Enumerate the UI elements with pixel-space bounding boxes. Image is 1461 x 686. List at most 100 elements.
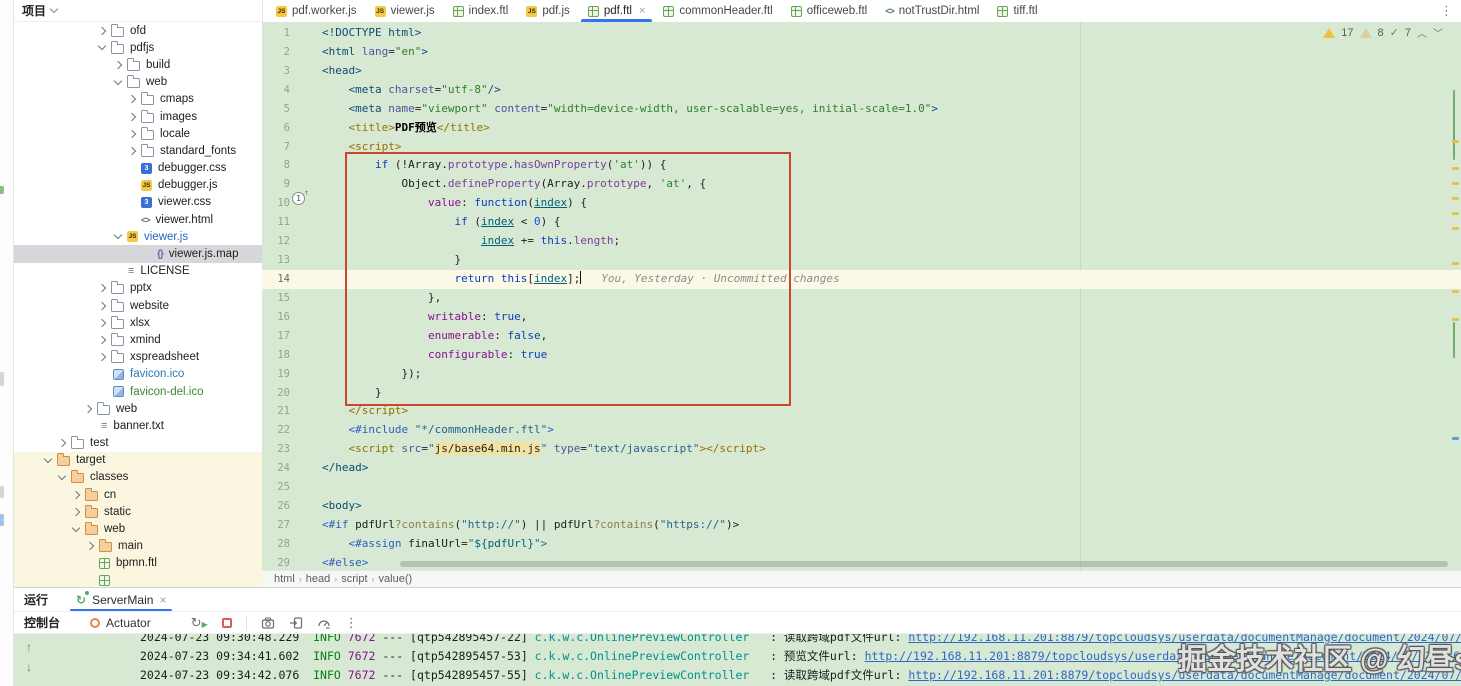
editor-tab-viewer.js[interactable]: JSviewer.js [366,0,444,22]
breadcrumb-head[interactable]: head [306,573,330,585]
stripe-warning-mark[interactable] [1452,212,1459,215]
tree-item-favicon-del.ico[interactable]: favicon-del.ico [14,383,262,400]
more-tabs-icon[interactable]: ⋮ [1432,0,1461,22]
tree-item-viewer.css[interactable]: 3viewer.css [14,194,262,211]
error-stripe[interactable] [1449,22,1461,570]
close-icon[interactable]: × [159,593,166,607]
tree-item-cmaps[interactable]: cmaps [14,91,262,108]
more-options-icon[interactable]: ⋮ [345,615,358,631]
bookmark-icon[interactable]: 1 [292,192,305,205]
chevron-expanded-icon[interactable] [114,76,122,84]
tree-item-debugger.js[interactable]: JSdebugger.js [14,177,262,194]
tree-item-static[interactable]: static [14,503,262,520]
tree-item-main[interactable]: main [14,538,262,555]
code-editor[interactable]: 1<!DOCTYPE html>2<html lang="en">3<head>… [262,22,1461,570]
next-problem-icon[interactable]: ﹀ [1433,25,1443,40]
chevron-collapsed-icon[interactable] [98,319,106,327]
breadcrumb-html[interactable]: html [274,573,295,585]
stripe-warning-mark[interactable] [1452,140,1459,143]
actuator-tab[interactable]: Actuator [90,616,151,630]
tree-item-web[interactable]: web [14,74,262,91]
tree-item-viewer.js.map[interactable]: {}viewer.js.map [14,245,262,262]
chevron-collapsed-icon[interactable] [98,26,106,34]
tree-item-target[interactable]: target [14,452,262,469]
inspections-widget[interactable]: 17 8 ✓ 7 ︿ ﹀ [1323,25,1443,40]
scroll-down-icon[interactable]: ↓ [14,660,44,674]
run-config-tab[interactable]: ↻ ServerMain × [70,588,172,611]
console-tab-label[interactable]: 控制台 [24,614,60,631]
editor-tab-commonHeader.ftl[interactable]: commonHeader.ftl [654,0,781,22]
tree-item-favicon.ico[interactable]: favicon.ico [14,366,262,383]
tree-item-LICENSE[interactable]: ≡LICENSE [14,263,262,280]
chevron-collapsed-icon[interactable] [98,353,106,361]
tree-item-xspreadsheet[interactable]: xspreadsheet [14,349,262,366]
editor-tab-pdf.ftl[interactable]: pdf.ftl× [579,0,655,22]
stripe-warning-mark[interactable] [1452,437,1459,440]
chevron-collapsed-icon[interactable] [72,508,80,516]
tree-item-pptx[interactable]: pptx [14,280,262,297]
tree-item-xmind[interactable]: xmind [14,331,262,348]
toolwindow-stripe[interactable] [0,0,14,686]
breadcrumb-value()[interactable]: value() [379,573,413,585]
chevron-collapsed-icon[interactable] [128,95,136,103]
tree-item-viewer.html[interactable]: <>viewer.html [14,211,262,228]
chevron-collapsed-icon[interactable] [114,61,122,69]
stripe-warning-mark[interactable] [1452,262,1459,265]
breadcrumb-script[interactable]: script [341,573,367,585]
tree-item-web[interactable]: web [14,520,262,537]
tree-item-cn[interactable]: cn [14,486,262,503]
tree-item-clipped[interactable] [14,572,262,587]
horizontal-scrollbar[interactable] [400,561,1448,567]
chevron-collapsed-icon[interactable] [72,490,80,498]
editor-tab-pdf.js[interactable]: JSpdf.js [517,0,579,22]
gauge-icon[interactable] [317,616,331,630]
tree-item-pdfjs[interactable]: pdfjs [14,39,262,56]
stop-button[interactable] [222,618,232,628]
editor-tab-officeweb.ftl[interactable]: officeweb.ftl [782,0,877,22]
tree-item-standard_fonts[interactable]: standard_fonts [14,142,262,159]
chevron-collapsed-icon[interactable] [98,284,106,292]
stripe-warning-mark[interactable] [1452,182,1459,185]
chevron-collapsed-icon[interactable] [98,336,106,344]
tree-item-images[interactable]: images [14,108,262,125]
editor-tab-pdf.worker.js[interactable]: JSpdf.worker.js [267,0,366,22]
stripe-warning-mark[interactable] [1452,290,1459,293]
scroll-up-icon[interactable]: ↑ [14,640,44,654]
tree-item-xlsx[interactable]: xlsx [14,314,262,331]
chevron-collapsed-icon[interactable] [128,129,136,137]
soft-wrap-icon[interactable] [289,616,303,630]
tree-item-classes[interactable]: classes [14,469,262,486]
chevron-collapsed-icon[interactable] [84,404,92,412]
chevron-collapsed-icon[interactable] [128,112,136,120]
editor-tab-notTrustDir.html[interactable]: <>notTrustDir.html [876,0,988,22]
tree-item-web[interactable]: web [14,400,262,417]
stripe-warning-mark[interactable] [1452,318,1459,321]
tree-item-viewer.js[interactable]: JSviewer.js [14,228,262,245]
chevron-expanded-icon[interactable] [72,523,80,531]
prev-problem-icon[interactable]: ︿ [1417,25,1427,40]
tree-item-website[interactable]: website [14,297,262,314]
chevron-expanded-icon[interactable] [44,455,52,463]
tree-item-bpmn.ftl[interactable]: bpmn.ftl [14,555,262,572]
tree-item-build[interactable]: build [14,56,262,73]
rerun-button[interactable]: ↻▶ [191,615,208,631]
chevron-collapsed-icon[interactable] [128,147,136,155]
chevron-expanded-icon[interactable] [58,472,66,480]
screenshot-icon[interactable] [261,616,275,630]
chevron-collapsed-icon[interactable] [86,542,94,550]
chevron-collapsed-icon[interactable] [58,439,66,447]
editor-tab-index.ftl[interactable]: index.ftl [444,0,518,22]
stripe-warning-mark[interactable] [1452,197,1459,200]
chevron-expanded-icon[interactable] [114,231,122,239]
chevron-expanded-icon[interactable] [98,42,106,50]
stripe-warning-mark[interactable] [1452,227,1459,230]
tree-item-ofd[interactable]: ofd [14,22,262,39]
tree-item-debugger.css[interactable]: 3debugger.css [14,160,262,177]
stripe-warning-mark[interactable] [1452,167,1459,170]
tree-item-locale[interactable]: locale [14,125,262,142]
tree-item-banner.txt[interactable]: ≡banner.txt [14,417,262,434]
tree-item-test[interactable]: test [14,435,262,452]
close-icon[interactable]: × [639,5,645,17]
editor-tab-tiff.ftl[interactable]: tiff.ftl [988,0,1046,22]
chevron-collapsed-icon[interactable] [98,301,106,309]
